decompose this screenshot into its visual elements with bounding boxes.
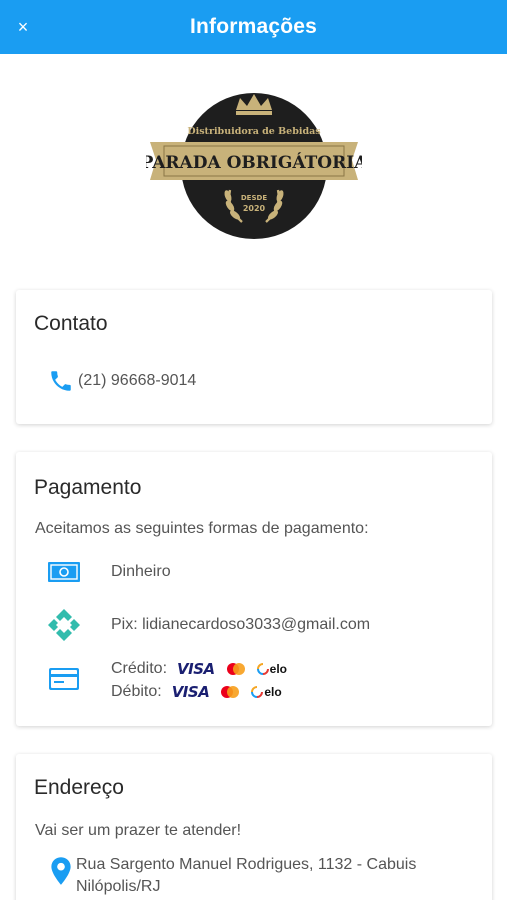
logo-subtitle: Distribuidora de Bebidas	[187, 126, 320, 137]
card-brands: Crédito: VISA elo Débito: VISA elo	[111, 657, 287, 703]
debit-label: Débito:	[111, 682, 162, 700]
credit-card-icon	[49, 668, 79, 690]
location-pin-icon	[51, 857, 71, 885]
debit-row: Débito: VISA elo	[111, 680, 287, 703]
phone-icon	[51, 371, 71, 391]
page-title: Informações	[189, 15, 318, 38]
header-bar: × Informações	[0, 0, 507, 54]
payment-title: Pagamento	[34, 476, 142, 499]
elo-logo: elo	[256, 661, 287, 676]
payment-pix: Pix: lidianecardoso3033@gmail.com	[46, 607, 370, 643]
contact-title: Contato	[34, 312, 108, 335]
payment-card: Pagamento Aceitamos as seguintes formas …	[16, 452, 492, 726]
credit-row: Crédito: VISA elo	[111, 657, 287, 680]
cash-icon	[48, 562, 80, 582]
payment-card-option	[46, 661, 82, 697]
address-card: Endereço Vai ser um prazer te atender! R…	[16, 754, 492, 900]
address-row[interactable]: Rua Sargento Manuel Rodrigues, 1132 - Ca…	[50, 854, 416, 898]
address-title: Endereço	[34, 776, 124, 799]
pix-icon	[48, 609, 80, 641]
phone-number[interactable]: (21) 96668-9014	[78, 372, 196, 390]
address-city: Nilópolis/RJ	[76, 878, 161, 895]
pix-label: Pix: lidianecardoso3033@gmail.com	[111, 616, 371, 633]
logo-year: 2020	[243, 204, 266, 213]
logo-since: DESDE	[241, 194, 267, 202]
app-screen: × Informações Distribuidora de Bebidas P…	[0, 0, 507, 900]
store-logo: Distribuidora de Bebidas PARADA OBRIGÁTO…	[0, 54, 507, 289]
contact-card: Contato (21) 96668-9014	[16, 290, 492, 424]
logo-name: PARADA OBRIGÁTORIA	[146, 152, 362, 173]
cash-label: Dinheiro	[111, 563, 171, 580]
credit-label: Crédito:	[111, 659, 168, 677]
address-greeting: Vai ser um prazer te atender!	[35, 822, 242, 839]
close-icon[interactable]: ×	[10, 14, 36, 40]
mastercard-logo	[219, 685, 241, 699]
address-street: Rua Sargento Manuel Rodrigues, 1132 - Ca…	[76, 856, 417, 873]
elo-text: elo	[264, 684, 282, 699]
visa-logo: VISA	[177, 659, 215, 678]
mastercard-logo	[225, 662, 247, 676]
payment-intro: Aceitamos as seguintes formas de pagamen…	[35, 520, 369, 537]
elo-logo: elo	[251, 684, 282, 699]
elo-text: elo	[269, 661, 287, 676]
logo-emblem: Distribuidora de Bebidas PARADA OBRIGÁTO…	[146, 93, 362, 239]
phone-row[interactable]: (21) 96668-9014	[48, 368, 196, 394]
visa-logo: VISA	[171, 682, 210, 701]
payment-cash: Dinheiro	[46, 554, 171, 590]
